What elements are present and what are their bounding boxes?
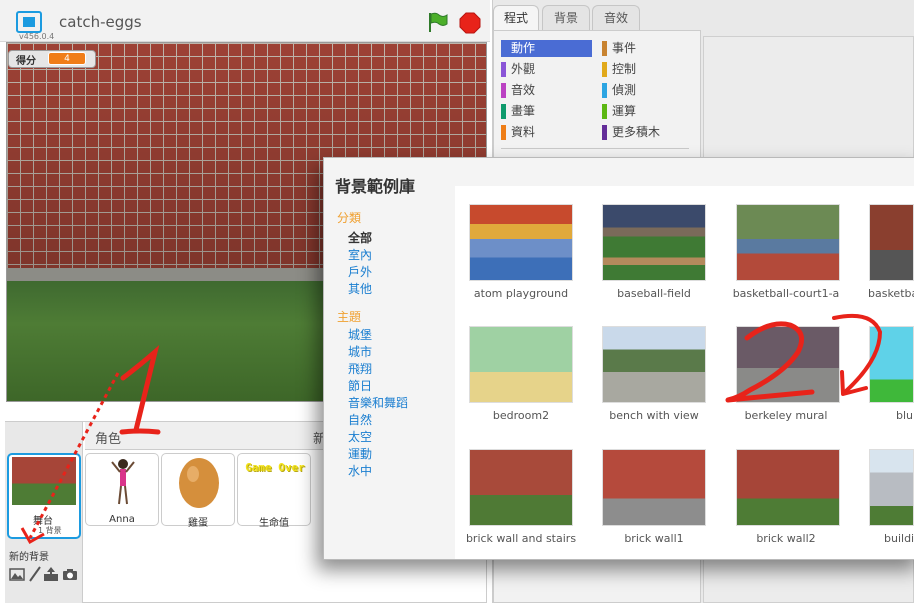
category-sound[interactable]: 音效 bbox=[501, 82, 592, 99]
tab-sounds[interactable]: 音效 bbox=[592, 5, 640, 31]
category-sensing[interactable]: 偵測 bbox=[602, 82, 692, 99]
tile-brick-wall1[interactable] bbox=[602, 449, 706, 526]
tile-label: basketball-court1-a bbox=[732, 287, 840, 300]
tile-label: brick wall2 bbox=[756, 532, 816, 545]
camera-icon[interactable] bbox=[62, 566, 78, 582]
sprites-heading: 角色 bbox=[95, 432, 122, 447]
category-label: 控制 bbox=[612, 62, 637, 76]
sprite-name: 雞蛋 bbox=[188, 518, 208, 529]
tile-atom-playground[interactable] bbox=[469, 204, 573, 281]
theme-music-dance[interactable]: 音樂和舞蹈 bbox=[348, 394, 408, 411]
tile-blue-sky[interactable] bbox=[869, 326, 914, 403]
tile-label: brick wall and stairs bbox=[465, 532, 577, 545]
paint-brush-icon[interactable] bbox=[27, 566, 43, 582]
tile-bedroom2[interactable] bbox=[469, 326, 573, 403]
filter-outdoors[interactable]: 戶外 bbox=[348, 263, 372, 280]
theme-city[interactable]: 城市 bbox=[348, 343, 372, 360]
version-label: v456.0.4 bbox=[19, 32, 55, 41]
theme-heading: 主題 bbox=[337, 310, 362, 324]
tile-basketball-court[interactable] bbox=[736, 204, 840, 281]
tile-bench-with-view[interactable] bbox=[602, 326, 706, 403]
category-motion[interactable]: 動作 bbox=[501, 40, 592, 57]
sprite-name: Anna bbox=[109, 514, 135, 525]
category-label: 畫筆 bbox=[511, 104, 536, 118]
green-flag-icon[interactable] bbox=[426, 11, 448, 33]
category-swatch bbox=[602, 62, 607, 77]
theme-underwater[interactable]: 水中 bbox=[348, 462, 372, 479]
category-label: 事件 bbox=[612, 41, 637, 55]
theme-castle[interactable]: 城堡 bbox=[348, 326, 372, 343]
tile-brick-wall2[interactable] bbox=[736, 449, 840, 526]
tile-label: bedroom2 bbox=[492, 409, 550, 422]
category-swatch bbox=[602, 41, 607, 56]
category-swatch bbox=[501, 62, 506, 77]
library-title: 背景範例庫 bbox=[335, 177, 416, 196]
tile-label: buildin bbox=[884, 532, 914, 545]
category-label: 更多積木 bbox=[612, 125, 661, 139]
category-data[interactable]: 資料 bbox=[501, 124, 592, 141]
filter-other[interactable]: 其他 bbox=[348, 280, 372, 297]
tab-backdrops[interactable]: 背景 bbox=[542, 5, 590, 31]
tile-baseball-field[interactable] bbox=[602, 204, 706, 281]
category-events[interactable]: 事件 bbox=[602, 40, 692, 57]
category-label: 運算 bbox=[612, 104, 637, 118]
project-title[interactable]: catch-eggs bbox=[59, 13, 142, 31]
tile-brick-wall-stairs[interactable] bbox=[469, 449, 573, 526]
theme-sports[interactable]: 運動 bbox=[348, 445, 372, 462]
tile-label: bench with view bbox=[609, 409, 699, 422]
score-value: 4 bbox=[48, 52, 86, 65]
sprite-name: 生命值 bbox=[259, 518, 289, 529]
girl-sprite-icon bbox=[111, 459, 135, 505]
tile-basketball-2[interactable] bbox=[869, 204, 914, 281]
tile-label: atom playground bbox=[473, 287, 569, 300]
filter-indoors[interactable]: 室內 bbox=[348, 246, 372, 263]
category-label: 動作 bbox=[511, 41, 536, 55]
stage-thumbnail-backdrop-count: 1 背景 bbox=[38, 526, 62, 535]
category-swatch bbox=[602, 125, 607, 140]
stage-thumbnail-image bbox=[12, 457, 76, 505]
tab-scripts[interactable]: 程式 bbox=[493, 5, 539, 31]
category-swatch bbox=[501, 83, 506, 98]
theme-space[interactable]: 太空 bbox=[348, 428, 372, 445]
stop-sign-icon[interactable] bbox=[459, 12, 481, 34]
theme-flying[interactable]: 飛翔 bbox=[348, 360, 372, 377]
backdrop-library-icon[interactable] bbox=[9, 566, 25, 582]
category-swatch bbox=[602, 104, 607, 119]
tile-label: berkeley mural bbox=[744, 409, 828, 422]
category-label: 偵測 bbox=[612, 83, 637, 97]
category-label: 資料 bbox=[511, 125, 536, 139]
category-heading: 分類 bbox=[337, 211, 362, 225]
tile-label: brick wall1 bbox=[624, 532, 684, 545]
game-over-costume-text: Game Over bbox=[245, 461, 305, 474]
filter-all[interactable]: 全部 bbox=[348, 229, 372, 246]
category-label: 音效 bbox=[511, 83, 536, 97]
egg-sprite-icon bbox=[179, 458, 219, 508]
category-swatch bbox=[501, 125, 506, 140]
palette-divider bbox=[501, 148, 689, 149]
tile-berkeley-mural[interactable] bbox=[736, 326, 840, 403]
category-more-blocks[interactable]: 更多積木 bbox=[602, 124, 692, 141]
tile-label: baseball-field bbox=[617, 287, 691, 300]
category-swatch bbox=[602, 83, 607, 98]
category-swatch bbox=[501, 104, 506, 119]
score-label: 得分 bbox=[16, 56, 36, 67]
theme-holiday[interactable]: 節日 bbox=[348, 377, 372, 394]
upload-icon[interactable] bbox=[43, 566, 59, 582]
tile-label: basketba bbox=[868, 287, 914, 300]
tile-buildings[interactable] bbox=[869, 449, 914, 526]
category-control[interactable]: 控制 bbox=[602, 61, 692, 78]
tile-label: blu bbox=[896, 409, 914, 422]
category-label: 外觀 bbox=[511, 62, 536, 76]
scratch-editor: catch-eggs v456.0.4 得分 4 角色 新 舞台 1 背景 An… bbox=[0, 0, 914, 603]
category-pen[interactable]: 畫筆 bbox=[501, 103, 592, 120]
theme-nature[interactable]: 自然 bbox=[348, 411, 372, 428]
category-operators[interactable]: 運算 bbox=[602, 103, 692, 120]
new-backdrop-label: 新的背景 bbox=[9, 552, 49, 563]
fullscreen-icon[interactable] bbox=[16, 11, 42, 33]
category-looks[interactable]: 外觀 bbox=[501, 61, 592, 78]
